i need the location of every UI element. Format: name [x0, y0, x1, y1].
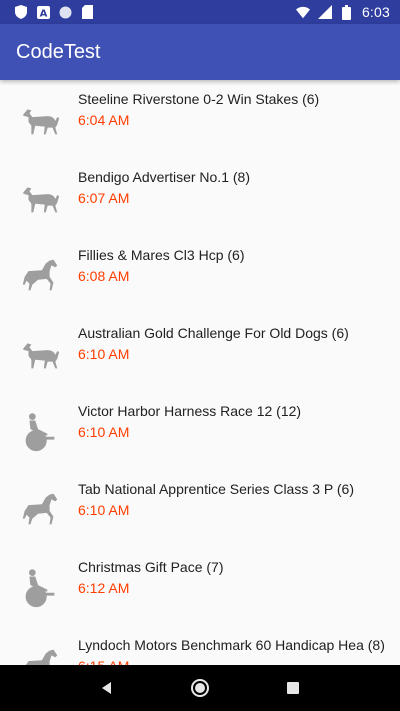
race-list-item[interactable]: Fillies & Mares Cl3 Hcp (6) 6:08 AM — [0, 236, 400, 314]
race-list-item[interactable]: Victor Harbor Harness Race 12 (12) 6:10 … — [0, 392, 400, 470]
race-time: 6:10 AM — [78, 502, 130, 518]
greyhound-icon — [16, 329, 64, 377]
greyhound-icon — [16, 173, 64, 221]
recents-icon[interactable] — [273, 668, 313, 708]
race-name: Fillies & Mares Cl3 Hcp (6) — [78, 247, 245, 263]
race-list-item[interactable]: Lyndoch Motors Benchmark 60 Handicap Hea… — [0, 626, 400, 665]
svg-text:A: A — [39, 8, 47, 19]
status-time: 6:03 — [361, 4, 390, 20]
harness-icon — [16, 563, 64, 611]
race-name: Christmas Gift Pace (7) — [78, 559, 224, 575]
race-name: Lyndoch Motors Benchmark 60 Handicap Hea… — [78, 637, 385, 653]
app-title: CodeTest — [16, 40, 101, 63]
status-bar: A 6:03 — [0, 0, 400, 24]
race-time: 6:12 AM — [78, 580, 130, 596]
horse-icon — [16, 485, 64, 533]
sd-card-icon — [80, 5, 94, 19]
race-list[interactable]: Steeline Riverstone 0-2 Win Stakes (6) 6… — [0, 80, 400, 665]
status-bar-right-icons: 6:03 — [295, 4, 390, 20]
race-list-item[interactable]: Steeline Riverstone 0-2 Win Stakes (6) 6… — [0, 80, 400, 158]
race-name: Victor Harbor Harness Race 12 (12) — [78, 403, 302, 419]
home-icon[interactable] — [180, 668, 220, 708]
race-list-item[interactable]: Bendigo Advertiser No.1 (8) 6:07 AM — [0, 158, 400, 236]
wifi-icon — [295, 5, 310, 19]
harness-icon — [16, 407, 64, 455]
horse-icon — [16, 251, 64, 299]
race-time: 6:04 AM — [78, 112, 130, 128]
battery-icon — [340, 4, 354, 20]
race-list-item[interactable]: Tab National Apprentice Series Class 3 P… — [0, 470, 400, 548]
race-time: 6:07 AM — [78, 190, 130, 206]
race-name: Australian Gold Challenge For Old Dogs (… — [78, 325, 349, 341]
navigation-bar — [0, 665, 400, 711]
race-time: 6:10 AM — [78, 346, 130, 362]
a-notification-icon: A — [36, 5, 50, 19]
cell-signal-icon — [317, 5, 332, 19]
horse-icon — [16, 641, 64, 665]
race-name: Steeline Riverstone 0-2 Win Stakes (6) — [78, 91, 320, 107]
app-bar: CodeTest — [0, 24, 400, 80]
status-bar-left-icons: A — [14, 5, 94, 19]
race-time: 6:15 AM — [78, 656, 390, 665]
race-time: 6:08 AM — [78, 268, 130, 284]
back-icon[interactable] — [87, 668, 127, 708]
race-list-item[interactable]: Australian Gold Challenge For Old Dogs (… — [0, 314, 400, 392]
race-name: Bendigo Advertiser No.1 (8) — [78, 169, 250, 185]
race-list-item[interactable]: Christmas Gift Pace (7) 6:12 AM — [0, 548, 400, 626]
shield-icon — [14, 5, 28, 19]
circle-icon — [58, 5, 72, 19]
greyhound-icon — [16, 95, 64, 143]
race-time: 6:10 AM — [78, 424, 130, 440]
race-name: Tab National Apprentice Series Class 3 P… — [78, 481, 354, 497]
